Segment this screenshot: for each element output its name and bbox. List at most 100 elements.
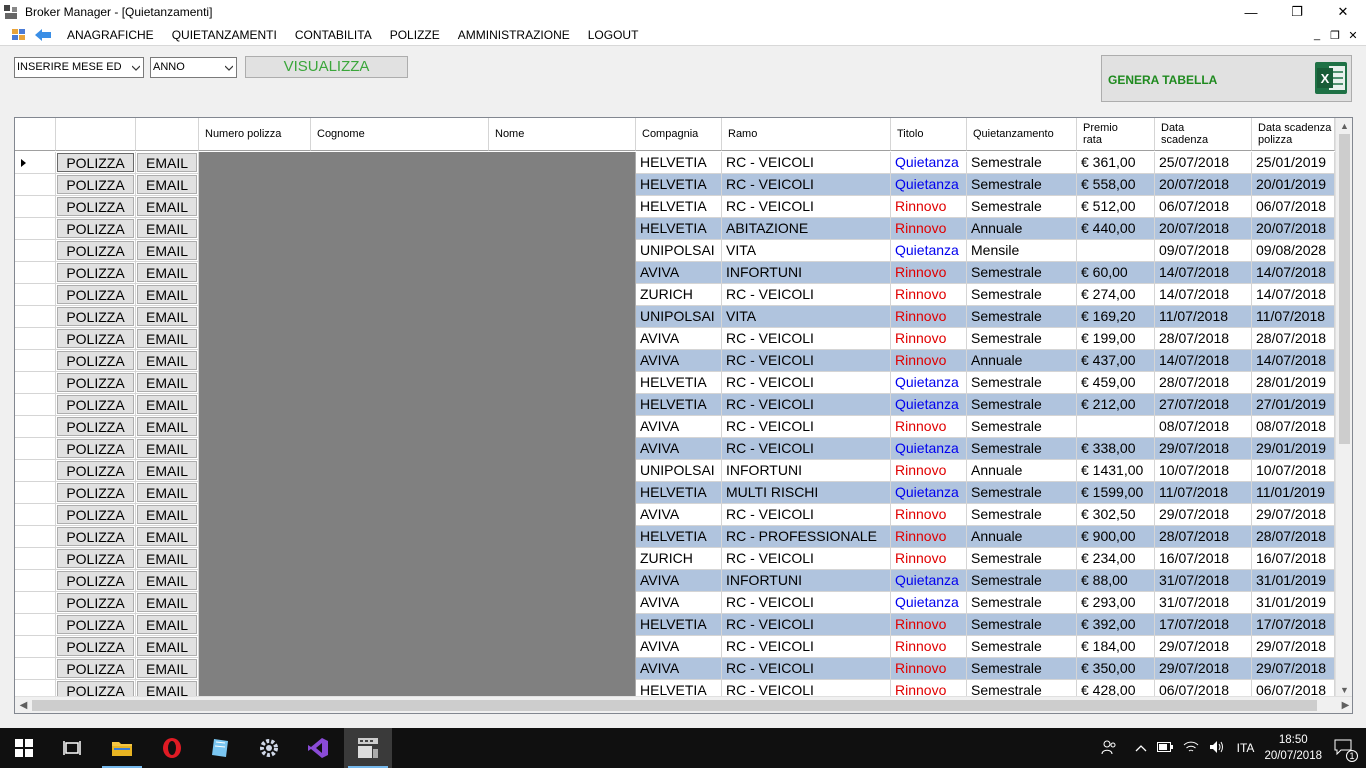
cell-titolo[interactable]: Quietanza [891,240,967,262]
table-row[interactable]: POLIZZA EMAIL AVIVA RC - VEICOLI Rinnovo Seme… [15,658,1335,680]
table-row[interactable]: POLIZZA EMAIL UNIPOLSAI INFORTUNI Rinnovo Ann… [15,460,1335,482]
row-header[interactable] [15,174,56,196]
menu-logout[interactable]: LOGOUT [579,24,648,46]
table-row[interactable]: POLIZZA EMAIL HELVETIA RC - VEICOLI Quietanz… [15,152,1335,174]
cell-compagnia[interactable]: AVIVA [636,592,722,614]
table-row[interactable]: POLIZZA EMAIL AVIVA RC - VEICOLI Quietanza Se… [15,592,1335,614]
cell-ramo[interactable]: RC - VEICOLI [722,196,891,218]
horizontal-scrollbar[interactable]: ◀ ▶ [15,696,1352,713]
cell-ramo[interactable]: RC - VEICOLI [722,438,891,460]
email-button[interactable]: EMAIL [137,373,197,392]
cell-quietanzamento[interactable]: Semestrale [967,196,1077,218]
cell-titolo[interactable]: Rinnovo [891,504,967,526]
table-row[interactable]: POLIZZA EMAIL HELVETIA RC - VEICOLI Quietanz… [15,394,1335,416]
cell-quietanzamento[interactable]: Semestrale [967,658,1077,680]
row-header[interactable] [15,438,56,460]
cell-scadenza-polizza[interactable]: 14/07/2018 [1252,284,1335,306]
cell-scadenza-polizza[interactable]: 16/07/2018 [1252,548,1335,570]
menu-quietanzamenti[interactable]: QUIETANZAMENTI [163,24,286,46]
cell-quietanzamento[interactable]: Semestrale [967,394,1077,416]
clock[interactable]: 18:50 20/07/2018 [1264,732,1322,764]
cell-compagnia[interactable]: AVIVA [636,438,722,460]
email-button[interactable]: EMAIL [137,505,197,524]
table-row[interactable]: POLIZZA EMAIL AVIVA RC - VEICOLI Rinnovo Annu… [15,350,1335,372]
cell-premio[interactable]: € 293,00 [1077,592,1155,614]
cell-premio[interactable]: € 88,00 [1077,570,1155,592]
cell-titolo[interactable]: Quietanza [891,174,967,196]
menu-contabilita[interactable]: CONTABILITA [286,24,381,46]
cell-premio[interactable] [1077,240,1155,262]
cell-compagnia[interactable]: AVIVA [636,636,722,658]
cell-scadenza[interactable]: 20/07/2018 [1155,218,1252,240]
table-row[interactable]: POLIZZA EMAIL AVIVA INFORTUNI Rinnovo Semestr… [15,262,1335,284]
cell-compagnia[interactable]: UNIPOLSAI [636,306,722,328]
windows-start-icon[interactable] [0,728,48,768]
cell-scadenza[interactable]: 10/07/2018 [1155,460,1252,482]
cell-scadenza-polizza[interactable]: 31/01/2019 [1252,592,1335,614]
table-row[interactable]: POLIZZA EMAIL HELVETIA MULTI RISCHI Quietanz… [15,482,1335,504]
cell-compagnia[interactable]: HELVETIA [636,218,722,240]
polizza-button[interactable]: POLIZZA [57,615,134,634]
cell-scadenza-polizza[interactable]: 27/01/2019 [1252,394,1335,416]
row-header[interactable] [15,636,56,658]
row-header[interactable] [15,614,56,636]
cell-titolo[interactable]: Rinnovo [891,218,967,240]
language-indicator[interactable]: ITA [1237,741,1255,755]
polizza-button[interactable]: POLIZZA [57,373,134,392]
polizza-button[interactable]: POLIZZA [57,593,134,612]
cell-quietanzamento[interactable]: Semestrale [967,592,1077,614]
cell-compagnia[interactable]: AVIVA [636,416,722,438]
cell-premio[interactable]: € 440,00 [1077,218,1155,240]
cell-scadenza-polizza[interactable]: 29/07/2018 [1252,504,1335,526]
cell-premio[interactable]: € 558,00 [1077,174,1155,196]
email-button[interactable]: EMAIL [137,593,197,612]
row-header[interactable] [15,262,56,284]
quietanzamenti-grid[interactable]: Numero polizza Cognome Nome Compagnia Ra… [14,117,1353,714]
cell-compagnia[interactable]: ZURICH [636,548,722,570]
polizza-button[interactable]: POLIZZA [57,175,134,194]
email-button[interactable]: EMAIL [137,307,197,326]
row-header[interactable] [15,196,56,218]
row-header[interactable] [15,548,56,570]
cell-titolo[interactable]: Rinnovo [891,328,967,350]
cell-ramo[interactable]: RC - PROFESSIONALE [722,526,891,548]
close-button[interactable]: ✕ [1320,0,1366,24]
table-row[interactable]: POLIZZA EMAIL HELVETIA RC - PROFESSIONALE Ri… [15,526,1335,548]
cell-premio[interactable]: € 512,00 [1077,196,1155,218]
cell-scadenza-polizza[interactable]: 20/01/2019 [1252,174,1335,196]
cell-quietanzamento[interactable]: Semestrale [967,614,1077,636]
cell-ramo[interactable]: VITA [722,306,891,328]
row-header[interactable] [15,240,56,262]
visualizza-button[interactable]: VISUALIZZA [245,56,408,78]
cell-scadenza[interactable]: 11/07/2018 [1155,482,1252,504]
cell-compagnia[interactable]: AVIVA [636,350,722,372]
year-combo[interactable]: ANNO [150,57,237,78]
cell-scadenza-polizza[interactable]: 09/08/2028 [1252,240,1335,262]
cell-premio[interactable]: € 274,00 [1077,284,1155,306]
cell-compagnia[interactable]: HELVETIA [636,614,722,636]
cell-titolo[interactable]: Rinnovo [891,196,967,218]
cell-ramo[interactable]: RC - VEICOLI [722,614,891,636]
cell-compagnia[interactable]: AVIVA [636,504,722,526]
cell-quietanzamento[interactable]: Semestrale [967,504,1077,526]
polizza-button[interactable]: POLIZZA [57,285,134,304]
cell-scadenza-polizza[interactable]: 29/01/2019 [1252,438,1335,460]
cell-scadenza[interactable]: 29/07/2018 [1155,658,1252,680]
row-header[interactable] [15,592,56,614]
cell-compagnia[interactable]: UNIPOLSAI [636,240,722,262]
cell-quietanzamento[interactable]: Semestrale [967,284,1077,306]
polizza-button[interactable]: POLIZZA [57,417,134,436]
cell-ramo[interactable]: RC - VEICOLI [722,394,891,416]
cell-scadenza[interactable]: 28/07/2018 [1155,372,1252,394]
menu-anagrafiche[interactable]: ANAGRAFICHE [58,24,163,46]
cell-scadenza-polizza[interactable]: 29/07/2018 [1252,658,1335,680]
cell-ramo[interactable]: RC - VEICOLI [722,416,891,438]
cell-ramo[interactable]: RC - VEICOLI [722,350,891,372]
cell-premio[interactable]: € 1599,00 [1077,482,1155,504]
cell-scadenza[interactable]: 28/07/2018 [1155,328,1252,350]
visual-studio-icon[interactable] [294,728,342,768]
header-ramo[interactable]: Ramo [722,118,891,151]
cell-scadenza[interactable]: 27/07/2018 [1155,394,1252,416]
cell-scadenza-polizza[interactable]: 11/07/2018 [1252,306,1335,328]
cell-quietanzamento[interactable]: Mensile [967,240,1077,262]
